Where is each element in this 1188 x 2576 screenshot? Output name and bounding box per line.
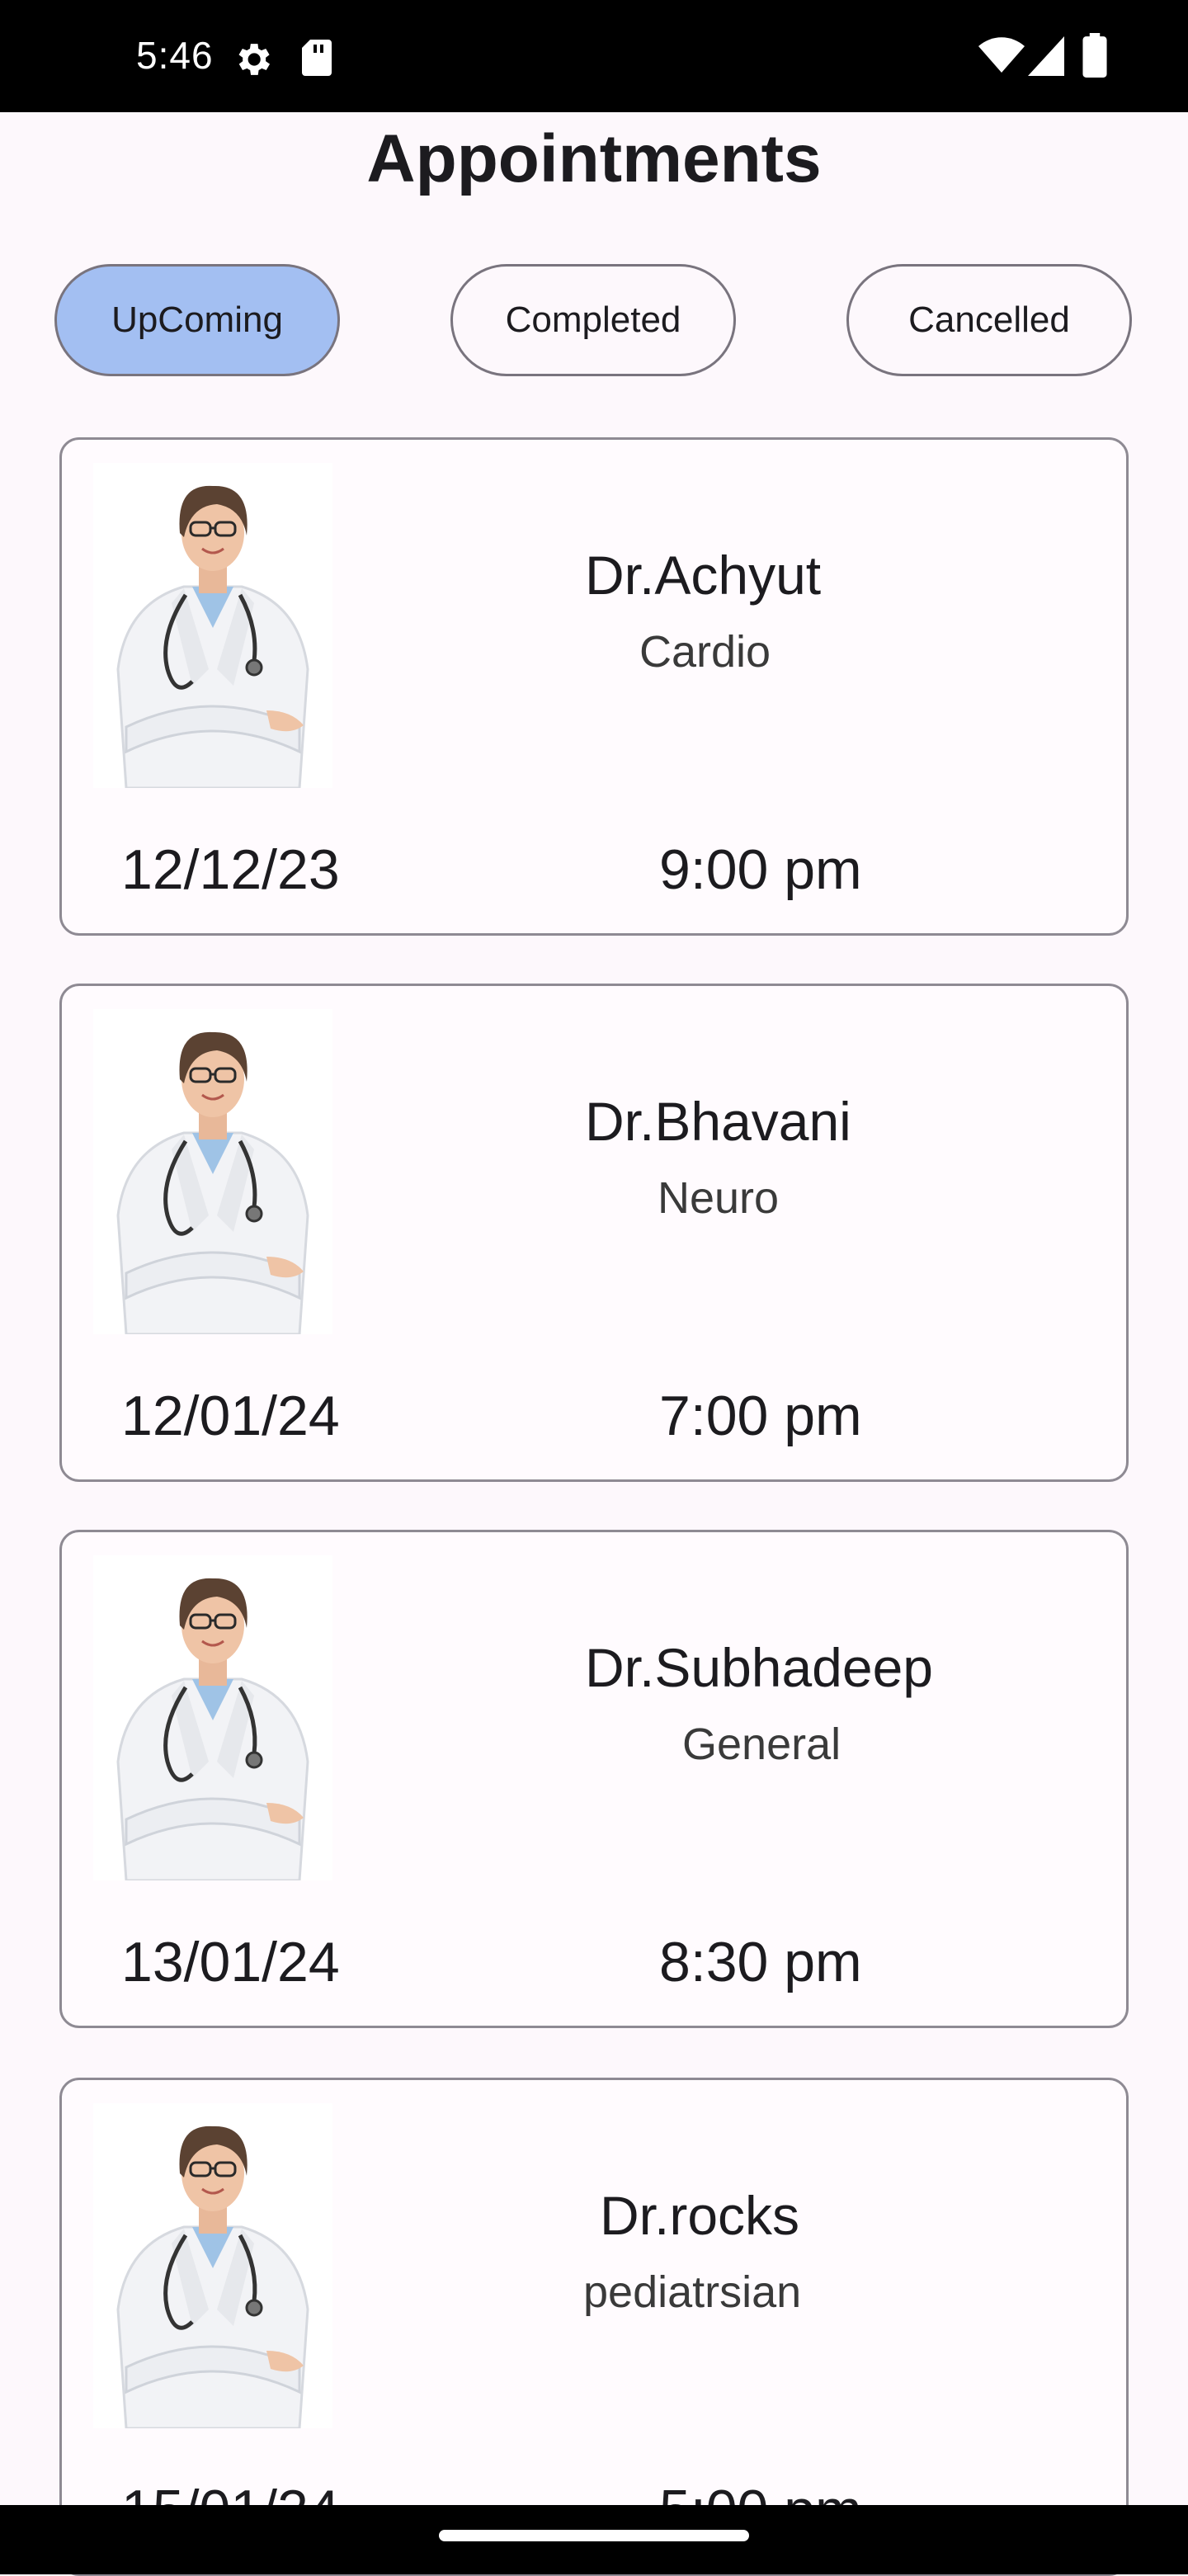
appointment-date: 12/12/23: [121, 838, 340, 901]
battery-icon: [1082, 33, 1107, 78]
tab-label: Completed: [505, 300, 681, 340]
doctor-specialty: Neuro: [658, 1173, 780, 1223]
doctor-specialty: pediatrsian: [583, 2267, 802, 2317]
page-title: Appointments: [366, 121, 822, 196]
tab-upcoming[interactable]: UpComing: [54, 264, 340, 376]
doctor-avatar: [93, 1555, 332, 1880]
wifi-icon: [978, 37, 1025, 73]
appointment-card[interactable]: Dr.Subhadeep General 13/01/24 8:30 pm: [59, 1530, 1129, 2028]
appointment-date: 13/01/24: [121, 1931, 340, 1993]
appointment-time: 8:30 pm: [659, 1931, 862, 1993]
appointment-card[interactable]: Dr.Achyut Cardio 12/12/23 9:00 pm: [59, 437, 1129, 936]
sd-card-icon: [302, 40, 332, 76]
tab-cancelled[interactable]: Cancelled: [846, 264, 1132, 376]
appointment-card[interactable]: Dr.Bhavani Neuro 12/01/24 7:00 pm: [59, 984, 1129, 1482]
doctor-name: Dr.Achyut: [585, 545, 822, 606]
appointment-date: 12/01/24: [121, 1385, 340, 1447]
appointment-card[interactable]: Dr.rocks pediatrsian 15/01/24 5:00 pm: [59, 2078, 1129, 2576]
doctor-avatar: [93, 2103, 332, 2428]
home-gesture-handle[interactable]: [439, 2530, 749, 2541]
appointment-time: 9:00 pm: [659, 838, 862, 901]
doctor-specialty: Cardio: [639, 627, 771, 677]
status-bar: 5:46: [0, 0, 1188, 112]
signal-icon: [1028, 36, 1064, 76]
doctor-name: Dr.rocks: [600, 2185, 800, 2246]
doctor-avatar: [93, 1009, 332, 1334]
doctor-specialty: General: [682, 1720, 842, 1769]
tab-label: UpComing: [111, 300, 283, 340]
doctor-name: Dr.Subhadeep: [585, 1637, 934, 1698]
doctor-name: Dr.Bhavani: [585, 1091, 851, 1152]
doctor-avatar: [93, 463, 332, 788]
appointment-time: 7:00 pm: [659, 1385, 862, 1447]
status-time: 5:46: [136, 34, 214, 77]
tab-completed[interactable]: Completed: [450, 264, 736, 376]
tab-label: Cancelled: [908, 300, 1070, 340]
gear-icon: [238, 44, 271, 75]
